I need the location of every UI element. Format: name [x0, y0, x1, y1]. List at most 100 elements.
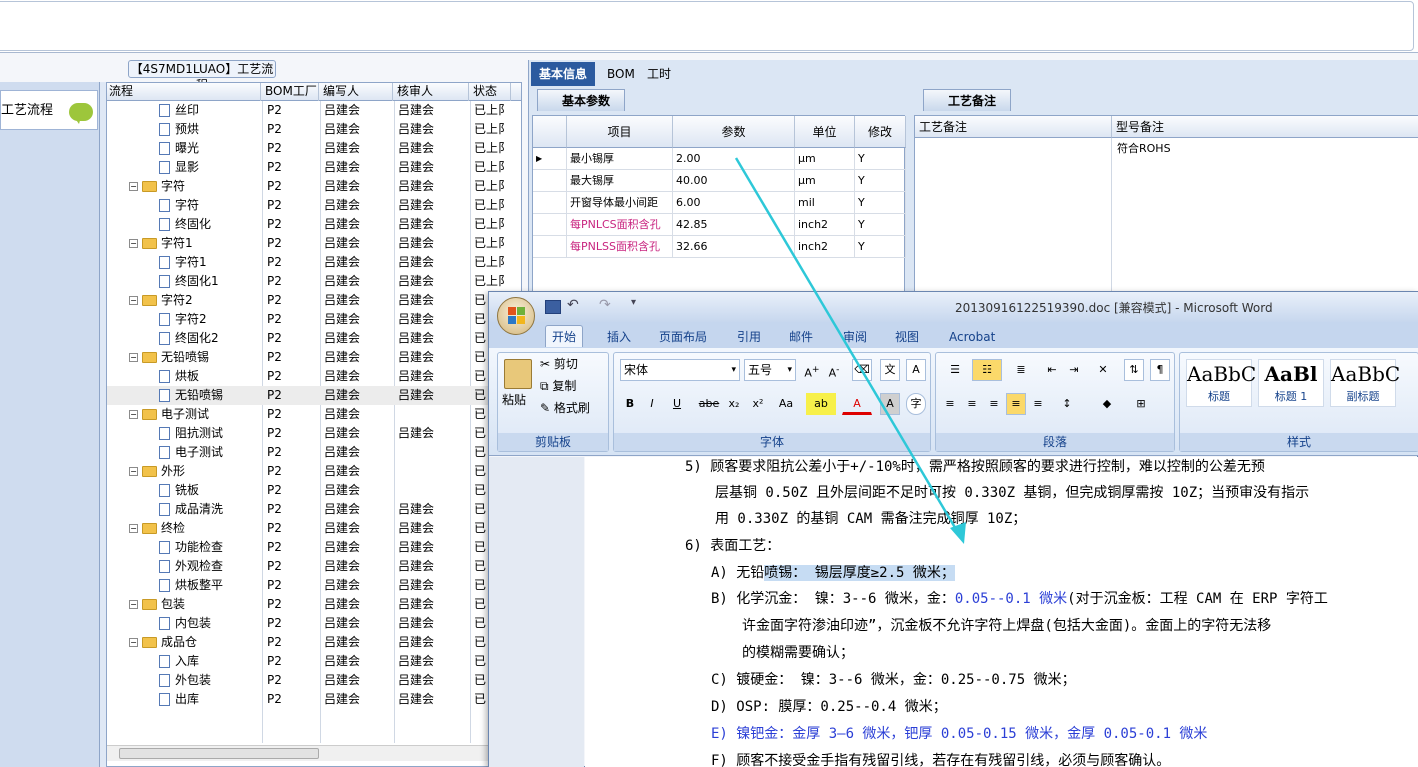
- tree-row[interactable]: 出库 P2 吕建会 吕建会已: [107, 690, 521, 709]
- collapse-icon[interactable]: −: [129, 638, 138, 647]
- cell-value[interactable]: 2.00: [673, 148, 795, 170]
- row-selector[interactable]: [533, 236, 567, 258]
- justify-icon[interactable]: ≡: [1006, 393, 1026, 415]
- tree-node[interactable]: − 终检: [129, 519, 261, 538]
- cell-value[interactable]: 32.66: [673, 236, 795, 258]
- font-name-combo[interactable]: 宋体: [620, 359, 740, 381]
- scrollbar-thumb[interactable]: [119, 748, 319, 759]
- change-case-icon[interactable]: Aa: [772, 393, 800, 415]
- param-row[interactable]: ▶ 最小锡厚 2.00 μm Y: [533, 148, 906, 170]
- tree-row[interactable]: 内包装 P2 吕建会 吕建会已: [107, 614, 521, 633]
- col-header-value[interactable]: 参数: [673, 116, 795, 148]
- param-row[interactable]: 每PNLCS面积含孔 42.85 inch2 Y: [533, 214, 906, 236]
- tree-node[interactable]: − 电子测试: [129, 405, 261, 424]
- collapse-icon[interactable]: −: [129, 600, 138, 609]
- col-header-status[interactable]: 状态: [471, 83, 511, 101]
- char-border-icon[interactable]: A: [906, 359, 926, 381]
- tree-row[interactable]: 电子测试 P2 吕建会已: [107, 443, 521, 462]
- save-icon[interactable]: [545, 300, 561, 314]
- tree-node[interactable]: − 无铅喷锡: [129, 348, 261, 367]
- collapse-icon[interactable]: −: [129, 467, 138, 476]
- tab-home[interactable]: 开始: [545, 325, 584, 347]
- quick-access-menu-icon[interactable]: ▾: [631, 297, 636, 308]
- tree-row[interactable]: 显影 P2 吕建会 吕建会 已上阝: [107, 158, 521, 177]
- collapse-icon[interactable]: −: [129, 182, 138, 191]
- body-line[interactable]: 6) 表面工艺：: [685, 536, 780, 556]
- tree-node[interactable]: 终固化2: [159, 329, 261, 348]
- tree-node[interactable]: 预烘: [159, 120, 261, 139]
- row-selector[interactable]: [533, 214, 567, 236]
- numbering-icon[interactable]: ☷: [972, 359, 1002, 381]
- tree-node[interactable]: 无铅喷锡: [159, 386, 261, 405]
- tab-bom[interactable]: BOM: [599, 62, 643, 86]
- strikethrough-icon[interactable]: abe: [696, 393, 722, 415]
- align-center-icon[interactable]: ≡: [962, 393, 982, 415]
- tree-row[interactable]: 阻抗测试 P2 吕建会 吕建会已: [107, 424, 521, 443]
- distributed-icon[interactable]: ≡: [1028, 393, 1048, 415]
- tree-row[interactable]: 预烘 P2 吕建会 吕建会 已上阝: [107, 120, 521, 139]
- tree-row[interactable]: 外包装 P2 吕建会 吕建会已: [107, 671, 521, 690]
- borders-icon[interactable]: ⊞: [1126, 393, 1156, 415]
- tree-row[interactable]: 曝光 P2 吕建会 吕建会 已上阝: [107, 139, 521, 158]
- tab-basic-info[interactable]: 基本信息: [531, 62, 596, 86]
- collapse-icon[interactable]: −: [129, 296, 138, 305]
- tree-row[interactable]: − 无铅喷锡 P2 吕建会 吕建会已: [107, 348, 521, 367]
- tree-node[interactable]: 丝印: [159, 101, 261, 120]
- shrink-font-icon[interactable]: A-: [824, 359, 844, 381]
- copy-button[interactable]: ⧉ 复制: [540, 377, 576, 394]
- col-header-item[interactable]: 项目: [567, 116, 673, 148]
- line-spacing-icon[interactable]: ↕: [1052, 393, 1082, 415]
- tree-node[interactable]: 铣板: [159, 481, 261, 500]
- tree-row[interactable]: 丝印 P2 吕建会 吕建会 已上阝: [107, 101, 521, 120]
- notes-grid[interactable]: 工艺备注 型号备注 符合ROHS: [914, 115, 1418, 298]
- tree-node[interactable]: 终固化: [159, 215, 261, 234]
- tree-node[interactable]: 字符2: [159, 310, 261, 329]
- tree-node[interactable]: − 字符: [129, 177, 261, 196]
- tab-mailings[interactable]: 邮件: [783, 326, 819, 348]
- redo-icon[interactable]: ↷: [599, 297, 611, 313]
- row-selector[interactable]: [533, 170, 567, 192]
- underline-icon[interactable]: U: [664, 393, 690, 415]
- param-row[interactable]: 开窗导体最小间距 6.00 mil Y: [533, 192, 906, 214]
- nav-item-process-flow[interactable]: 工艺流程: [0, 90, 98, 130]
- tree-node[interactable]: 功能检查: [159, 538, 261, 557]
- body-line[interactable]: C) 镀硬金： 镍：3--6 微米，金：0.25--0.75 微米；: [711, 670, 1076, 690]
- tree-node[interactable]: 外包装: [159, 671, 261, 690]
- paste-icon[interactable]: [504, 359, 532, 389]
- cell-value[interactable]: 42.85: [673, 214, 795, 236]
- row-selector[interactable]: ▶: [533, 148, 567, 170]
- collapse-icon[interactable]: −: [129, 524, 138, 533]
- tree-row[interactable]: 功能检查 P2 吕建会 吕建会已: [107, 538, 521, 557]
- paste-button[interactable]: 粘贴: [502, 391, 526, 408]
- tree-node[interactable]: 字符: [159, 196, 261, 215]
- shading-icon[interactable]: ◆: [1092, 393, 1122, 415]
- tree-row[interactable]: 入库 P2 吕建会 吕建会已: [107, 652, 521, 671]
- tab-work-hours[interactable]: 工时: [639, 62, 679, 86]
- tree-row[interactable]: 烘板整平 P2 吕建会 吕建会已: [107, 576, 521, 595]
- tree-node[interactable]: 烘板: [159, 367, 261, 386]
- tree-node[interactable]: 电子测试: [159, 443, 261, 462]
- undo-icon[interactable]: ↶: [567, 297, 579, 313]
- col-header-reviewer[interactable]: 核审人: [395, 83, 469, 101]
- tree-row[interactable]: 字符 P2 吕建会 吕建会 已上阝: [107, 196, 521, 215]
- bullets-icon[interactable]: ☰: [940, 359, 970, 381]
- superscript-icon[interactable]: x²: [748, 393, 768, 415]
- param-row[interactable]: 每PNLSS面积含孔 32.66 inch2 Y: [533, 236, 906, 258]
- tree-node[interactable]: 出库: [159, 690, 261, 709]
- body-line[interactable]: 5) 顾客要求阻抗公差小于+/-10%时，需严格按照顾客的要求进行控制，难以控制…: [685, 457, 1265, 477]
- phonetic-guide-icon[interactable]: 文: [880, 359, 900, 381]
- tree-row[interactable]: − 终检 P2 吕建会 吕建会已: [107, 519, 521, 538]
- sort-icon[interactable]: ⇅: [1124, 359, 1144, 381]
- tab-review[interactable]: 审阅: [837, 326, 873, 348]
- tree-node[interactable]: 入库: [159, 652, 261, 671]
- tree-row[interactable]: 铣板 P2 吕建会已: [107, 481, 521, 500]
- tree-node[interactable]: − 字符2: [129, 291, 261, 310]
- basic-params-grid[interactable]: 项目 参数 单位 修改 ▶ 最小锡厚 2.00 μm Y 最大锡厚 40.00 μm Y 开窗导体…: [532, 115, 906, 297]
- tree-node[interactable]: − 成品仓: [129, 633, 261, 652]
- tree-row[interactable]: − 外形 P2 吕建会已: [107, 462, 521, 481]
- body-line[interactable]: D) OSP: 膜厚：0.25--0.4 微米；: [711, 697, 947, 717]
- tab-references[interactable]: 引用: [731, 326, 767, 348]
- body-line[interactable]: A) 无铅喷锡： 锡层厚度≥2.5 微米；: [711, 563, 955, 583]
- tree-node[interactable]: 阻抗测试: [159, 424, 261, 443]
- align-right-icon[interactable]: ≡: [984, 393, 1004, 415]
